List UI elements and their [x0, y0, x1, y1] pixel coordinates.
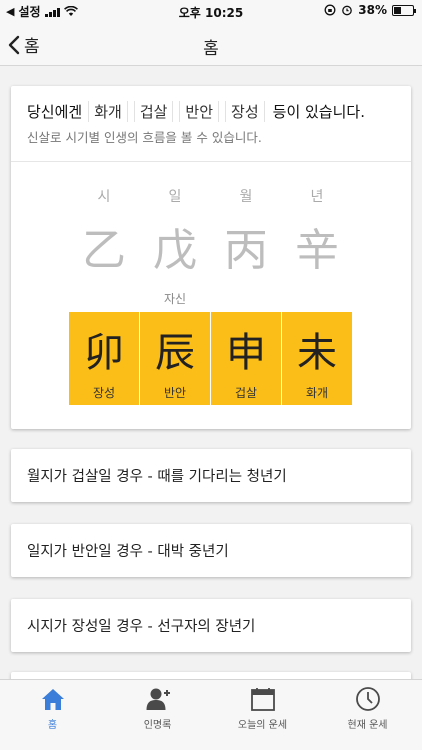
earthly-branch: 未: [297, 330, 337, 376]
rotation-lock-icon: [324, 4, 336, 16]
heavenly-stem: 乙: [82, 225, 126, 276]
tab-today-fortune[interactable]: 오늘의 운세: [210, 680, 315, 740]
home-icon: [42, 689, 64, 710]
list-item[interactable]: 일지가 반안일 경우 - 대박 중년기: [11, 524, 411, 577]
earthly-branch-box[interactable]: 未 화개: [282, 312, 352, 405]
tab-current-fortune[interactable]: 현재 운세: [315, 680, 420, 740]
branch-shinsal: 겁살: [234, 386, 258, 400]
status-right: 38%: [324, 3, 416, 17]
list-item[interactable]: 월지가 겁살일 경우 - 때를 기다리는 청년기: [11, 449, 411, 502]
calendar-icon: [251, 688, 275, 711]
battery-percent: 38%: [358, 3, 387, 17]
earthly-branch-box[interactable]: 申 겁살: [211, 312, 281, 405]
branch-shinsal: 반안: [163, 386, 187, 400]
list-item[interactable]: 시지가 장성일 경우 - 선구자의 장년기: [11, 599, 411, 652]
earthly-branch-box[interactable]: 卯 장성: [69, 312, 139, 405]
shinsal-tag: 반안: [179, 100, 220, 122]
shinsal-tag: 장성: [225, 100, 265, 122]
earthly-branch: 申: [226, 330, 266, 376]
list-item-text: 월지가 겁살일 경우 - 때를 기다리는 청년기: [27, 469, 287, 485]
heavenly-stem: 辛: [295, 225, 339, 276]
summary-line: 당신에겐 화개 겁살 반안 장성 등이 있습니다.: [27, 100, 411, 122]
branch-shinsal: 장성: [92, 386, 116, 400]
tab-label: 인명록: [143, 720, 172, 731]
tab-contacts[interactable]: 인명록: [105, 680, 210, 740]
pillar-label: 시: [97, 189, 111, 205]
pillar-label: 년: [310, 189, 324, 205]
branch-shinsal: 화개: [305, 386, 329, 400]
summary-header: 당신에겐 화개 겁살 반안 장성 등이 있습니다. 신살로 시기별 인생의 흐름…: [11, 86, 411, 162]
status-bar: ◀ 설정 오후 10:25 38%: [0, 0, 422, 22]
self-label: 자신: [163, 292, 187, 306]
list-item-text: 시지가 장성일 경우 - 선구자의 장년기: [27, 619, 256, 635]
clock-icon: [356, 687, 380, 711]
tab-home[interactable]: 홈: [0, 680, 105, 740]
shinsal-tag: 겁살: [133, 100, 174, 122]
summary-suffix: 등이 있습니다.: [272, 102, 365, 121]
summary-intro: 당신에겐: [27, 102, 83, 121]
earthly-branch: 辰: [155, 330, 195, 376]
pillar-label: 월: [239, 189, 253, 205]
tab-label: 현재 운세: [347, 720, 388, 731]
pillar-label: 일: [168, 189, 182, 205]
battery-icon: [392, 4, 416, 16]
shinsal-tag: 화개: [88, 100, 128, 122]
navigation-bar: 홈 홈: [0, 22, 422, 66]
list-item-text: 일지가 반안일 경우 - 대박 중년기: [27, 544, 229, 560]
earthly-branch: 卯: [84, 330, 124, 376]
tab-label: 오늘의 운세: [237, 720, 288, 731]
heavenly-stem: 戊: [153, 225, 197, 276]
tab-bar: 홈 인명록 오늘의 운세 현재 운세: [0, 679, 422, 750]
alarm-icon: [342, 5, 353, 16]
summary-subtitle: 신살로 시기별 인생의 흐름을 볼 수 있습니다.: [27, 130, 262, 145]
add-person-icon: [146, 688, 170, 710]
tab-label: 홈: [47, 720, 58, 731]
heavenly-stem: 丙: [224, 225, 268, 276]
shinsal-summary-card: 당신에겐 화개 겁살 반안 장성 등이 있습니다. 신살로 시기별 인생의 흐름…: [11, 86, 411, 429]
earthly-branch-box[interactable]: 辰 반안: [140, 312, 210, 405]
page-title: 홈: [203, 39, 219, 59]
